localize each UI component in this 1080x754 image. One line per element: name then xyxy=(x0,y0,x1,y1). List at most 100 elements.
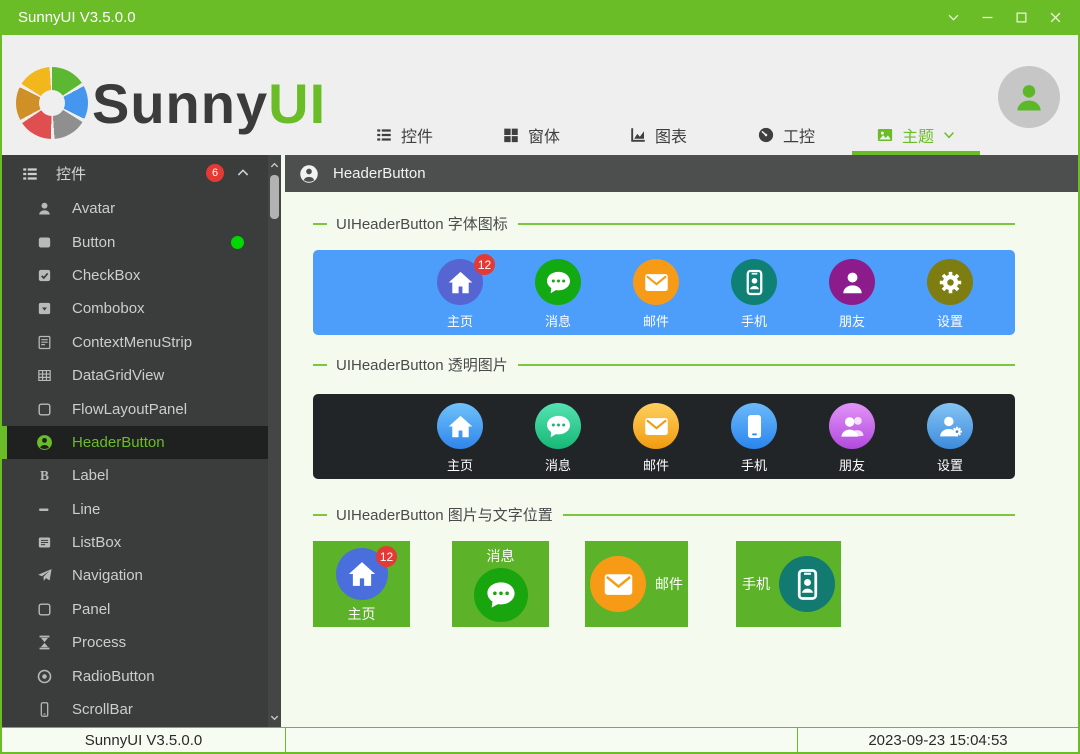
nav-tab-forms[interactable]: 窗体 xyxy=(467,114,595,155)
header-button-设置[interactable]: 设置 xyxy=(901,259,999,335)
header-button-邮件[interactable]: 邮件 xyxy=(607,403,705,479)
logo-text: SunnyUI xyxy=(92,75,326,133)
sidebar-item-button[interactable]: Button xyxy=(2,225,268,258)
user-avatar[interactable] xyxy=(998,66,1060,128)
nav-tab-industrial[interactable]: 工控 xyxy=(722,114,850,155)
scroll-up-icon[interactable] xyxy=(268,157,281,173)
titlebar-controls xyxy=(943,7,1066,28)
datagrid-icon xyxy=(36,367,54,384)
phone-person-icon xyxy=(779,556,835,612)
radio-icon xyxy=(36,668,54,685)
label-b-icon: B xyxy=(36,467,54,484)
line-icon xyxy=(36,501,54,518)
header-button-朋友[interactable]: 朋友 xyxy=(803,403,901,479)
chart-icon xyxy=(629,126,647,144)
header-button-消息[interactable]: 消息 xyxy=(509,259,607,335)
header-button-手机[interactable]: 手机 xyxy=(705,259,803,335)
section-title-transparent-images: UIHeaderButton 透明图片 xyxy=(313,354,1015,375)
home-icon xyxy=(437,403,483,449)
chevron-down-icon[interactable] xyxy=(943,7,964,28)
page-title: HeaderButton xyxy=(333,165,426,182)
hourglass-icon xyxy=(36,634,54,651)
scroll-down-icon[interactable] xyxy=(268,709,281,725)
titlebar: SunnyUI V3.5.0.0 xyxy=(2,0,1078,35)
image-icon xyxy=(876,126,894,144)
sidebar-item-line[interactable]: Line xyxy=(2,493,268,526)
header-button-手机[interactable]: 手机 xyxy=(705,403,803,479)
menu-list-icon xyxy=(375,126,393,144)
sidebar-item-headerbutton[interactable]: HeaderButton xyxy=(2,426,268,459)
panel-icon xyxy=(36,601,54,618)
body: 控件 6 AvatarButtonCheckBoxComboboxContext… xyxy=(2,155,1078,727)
people-icon xyxy=(829,403,875,449)
header-button-邮件[interactable]: 邮件 xyxy=(607,259,705,335)
sidebar-item-listbox[interactable]: ListBox xyxy=(2,526,268,559)
person-gear-icon xyxy=(927,403,973,449)
mail-icon xyxy=(633,403,679,449)
sidebar-item-navigation[interactable]: Navigation xyxy=(2,559,268,592)
notification-badge: 12 xyxy=(376,546,397,567)
sidebar-badge: 6 xyxy=(206,164,224,182)
sidebar-item-avatar[interactable]: Avatar xyxy=(2,192,268,225)
sidebar-item-panel[interactable]: Panel xyxy=(2,593,268,626)
headerbutton-panel-blue: 12主页消息邮件手机朋友设置 xyxy=(313,250,1015,335)
nav-tab-charts[interactable]: 图表 xyxy=(594,114,722,155)
gear-icon xyxy=(927,259,973,305)
sidebar-item-combobox[interactable]: Combobox xyxy=(2,292,268,325)
person-circle-icon xyxy=(299,164,319,184)
maximize-icon[interactable] xyxy=(1011,7,1032,28)
tile-button-手机[interactable]: 手机 xyxy=(736,541,841,627)
svg-text:B: B xyxy=(40,468,49,483)
sidebar-list: AvatarButtonCheckBoxComboboxContextMenuS… xyxy=(2,192,268,727)
person-circle-icon xyxy=(36,434,54,451)
status-middle xyxy=(286,728,798,752)
minimize-icon[interactable] xyxy=(977,7,998,28)
header-button-主页[interactable]: 12主页 xyxy=(411,259,509,335)
chevron-up-icon[interactable] xyxy=(235,165,251,181)
tile-button-主页[interactable]: 主页12 xyxy=(313,541,410,627)
sidebar-item-contextmenustrip[interactable]: ContextMenuStrip xyxy=(2,326,268,359)
section-title-text-position: UIHeaderButton 图片与文字位置 xyxy=(313,504,1015,525)
nav-tab-controls[interactable]: 控件 xyxy=(340,114,468,155)
app-window: SunnyUI V3.5.0.0 SunnyUI 控件窗体图表工控主题 xyxy=(0,0,1080,754)
page-content: UIHeaderButton 字体图标 12主页消息邮件手机朋友设置 UIHea… xyxy=(281,213,1078,627)
page-header: HeaderButton xyxy=(285,155,1078,192)
sidebar-item-process[interactable]: Process xyxy=(2,626,268,659)
header-button-主页[interactable]: 主页 xyxy=(411,403,509,479)
phone-person-icon xyxy=(731,259,777,305)
sidebar-scrollbar[interactable] xyxy=(268,155,281,727)
windows-icon xyxy=(502,126,520,144)
listbox-icon xyxy=(36,534,54,551)
phone-icon xyxy=(731,403,777,449)
sidebar-item-datagridview[interactable]: DataGridView xyxy=(2,359,268,392)
sidebar-item-checkbox[interactable]: CheckBox xyxy=(2,259,268,292)
chat-icon xyxy=(535,403,581,449)
headerbutton-panel-dark: 主页消息邮件手机朋友设置 xyxy=(313,394,1015,479)
sidebar-item-label[interactable]: BLabel xyxy=(2,459,268,492)
sidebar-item-radiobutton[interactable]: RadioButton xyxy=(2,659,268,692)
close-icon[interactable] xyxy=(1045,7,1066,28)
nav-tab-theme[interactable]: 主题 xyxy=(852,114,980,155)
tile-button-邮件[interactable]: 邮件 xyxy=(585,541,688,627)
sunnyui-logo-icon xyxy=(16,67,88,139)
statusbar: SunnyUI V3.5.0.0 2023-09-23 15:04:53 xyxy=(2,727,1078,752)
mail-icon xyxy=(590,556,646,612)
checkbox-icon xyxy=(36,267,54,284)
sidebar-item-flowlayoutpanel[interactable]: FlowLayoutPanel xyxy=(2,392,268,425)
sidebar: 控件 6 AvatarButtonCheckBoxComboboxContext… xyxy=(2,155,281,727)
sidebar-header[interactable]: 控件 6 xyxy=(2,155,281,192)
gauge-icon xyxy=(757,126,775,144)
sidebar-item-scrollbar[interactable]: ScrollBar xyxy=(2,693,268,726)
scrollbar-thumb[interactable] xyxy=(270,175,279,219)
tile-button-消息[interactable]: 消息 xyxy=(452,541,549,627)
position-tiles: 主页12 消息邮件手机 xyxy=(313,541,1015,627)
header-button-消息[interactable]: 消息 xyxy=(509,403,607,479)
sidebar-header-label: 控件 xyxy=(56,163,86,184)
chevron-down-icon xyxy=(942,128,956,142)
chat-icon xyxy=(474,568,528,622)
header-button-朋友[interactable]: 朋友 xyxy=(803,259,901,335)
person-icon xyxy=(829,259,875,305)
button-icon xyxy=(36,234,54,251)
combobox-icon xyxy=(36,300,54,317)
header-button-设置[interactable]: 设置 xyxy=(901,403,999,479)
